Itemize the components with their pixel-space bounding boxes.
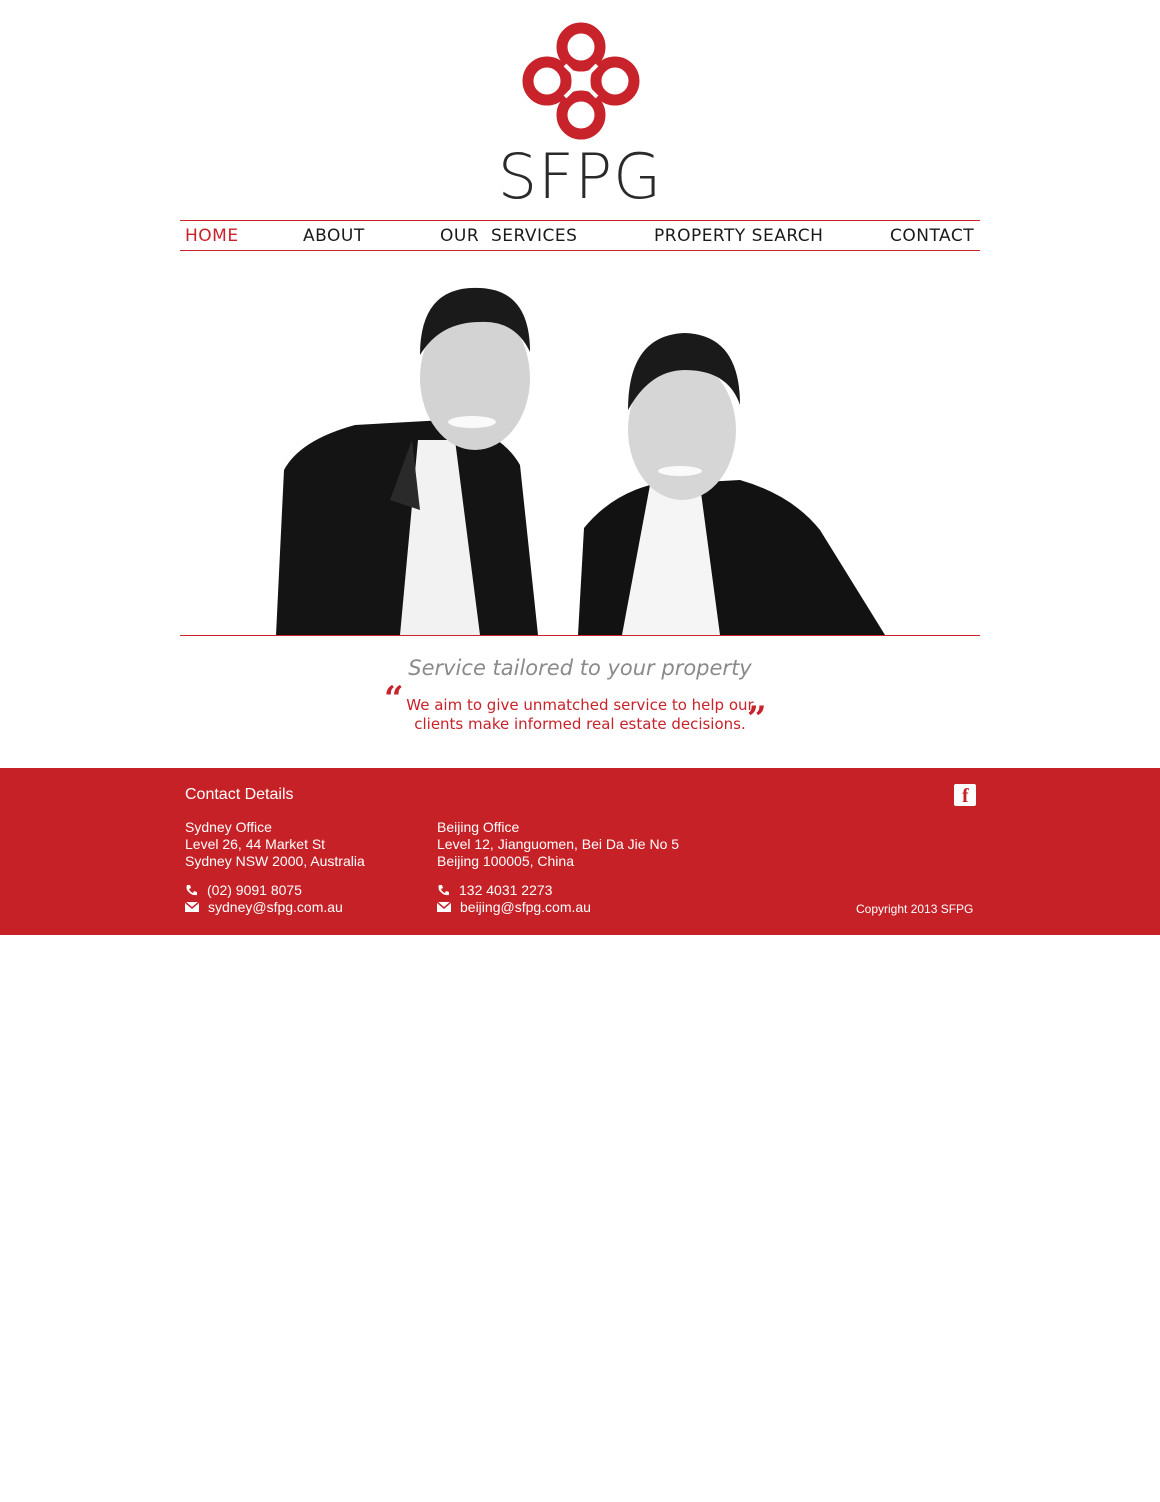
open-quote-icon: “: [384, 679, 404, 719]
copyright: Copyright 2013 SFPG: [856, 902, 974, 916]
footer-title: Contact Details: [185, 786, 294, 803]
person-left: [276, 287, 538, 635]
nav-our-services[interactable]: OUR SERVICES: [440, 226, 577, 246]
person-right: [578, 333, 885, 635]
sydney-office: Sydney Office Level 26, 44 Market St Syd…: [185, 819, 365, 870]
beijing-email[interactable]: beijing@sfpg.com.au: [460, 899, 591, 915]
sfpg-knot-logo-icon[interactable]: [519, 19, 643, 143]
hero-divider: [180, 635, 980, 636]
beijing-email-row: beijing@sfpg.com.au: [437, 899, 591, 915]
close-quote-icon: ”: [747, 699, 767, 739]
mission-quote: “ We aim to give unmatched service to he…: [380, 682, 780, 739]
sydney-email[interactable]: sydney@sfpg.com.au: [208, 899, 343, 915]
sydney-phone-row: (02) 9091 8075: [185, 882, 302, 898]
main-nav: HOME ABOUT OUR SERVICES PROPERTY SEARCH …: [180, 220, 980, 251]
beijing-phone-row: 132 4031 2273: [437, 882, 552, 898]
phone-icon: [438, 884, 449, 895]
mail-icon: [437, 902, 451, 912]
sydney-email-row: sydney@sfpg.com.au: [185, 899, 343, 915]
facebook-icon[interactable]: f: [954, 784, 976, 807]
site-footer: Contact Details f Sydney Office Level 26…: [0, 768, 1160, 935]
sydney-address-line-1: Level 26, 44 Market St: [185, 836, 326, 852]
phone-icon: [186, 884, 197, 895]
beijing-office: Beijing Office Level 12, Jianguomen, Bei…: [437, 819, 679, 870]
mail-icon: [185, 902, 199, 912]
site-header: SFPG: [0, 0, 1160, 220]
hero-photo: [276, 287, 885, 635]
sydney-address-line-2: Sydney NSW 2000, Australia: [185, 853, 365, 869]
nav-property-search[interactable]: PROPERTY SEARCH: [654, 226, 823, 246]
quote-line-1: We aim to give unmatched service to help…: [406, 696, 754, 714]
quote-line-2: clients make informed real estate decisi…: [414, 715, 746, 733]
facebook-glyph: f: [962, 785, 969, 807]
beijing-office-name: Beijing Office: [437, 819, 520, 835]
sydney-office-name: Sydney Office: [185, 819, 272, 835]
beijing-address-line-1: Level 12, Jianguomen, Bei Da Jie No 5: [437, 836, 680, 852]
beijing-address-line-2: Beijing 100005, China: [437, 853, 574, 869]
nav-contact[interactable]: CONTACT: [890, 226, 974, 246]
logo-text[interactable]: SFPG: [0, 140, 1160, 213]
sydney-phone[interactable]: (02) 9091 8075: [207, 882, 302, 898]
nav-about[interactable]: ABOUT: [303, 226, 365, 246]
beijing-phone[interactable]: 132 4031 2273: [459, 882, 552, 898]
nav-home[interactable]: HOME: [185, 226, 239, 246]
tagline: Service tailored to your property: [408, 656, 752, 680]
